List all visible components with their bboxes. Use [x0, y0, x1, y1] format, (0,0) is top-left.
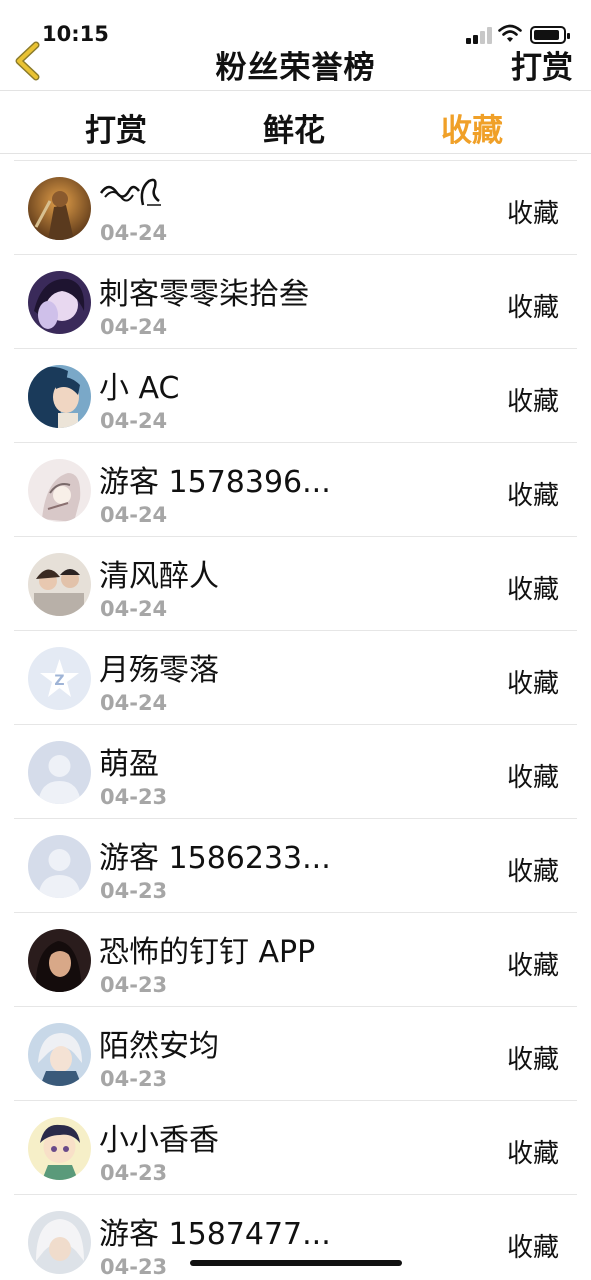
list-item[interactable]: 小小香香 04-23 收藏	[14, 1101, 577, 1195]
fan-date: 04-24	[100, 315, 168, 339]
list-item[interactable]: Z 月殇零落 04-24 收藏	[14, 631, 577, 725]
fan-date: 04-24	[100, 221, 168, 245]
avatar	[28, 365, 91, 428]
fan-date: 04-24	[100, 409, 168, 433]
fan-action-type: 收藏	[506, 1233, 559, 1263]
list-item[interactable]: 清风醉人 04-24 收藏	[14, 537, 577, 631]
fan-action-type: 收藏	[506, 575, 559, 605]
list-item[interactable]: 游客 1587477... 04-23 收藏	[14, 1195, 577, 1280]
list-item[interactable]: 刺客零零柒拾叁 04-24 收藏	[14, 255, 577, 349]
list-item[interactable]: 恐怖的钉钉 APP 04-23 收藏	[14, 913, 577, 1007]
svg-text:Z: Z	[54, 673, 64, 689]
fan-action-type: 收藏	[506, 1139, 559, 1169]
fan-name: 月殇零落	[99, 653, 219, 688]
fan-action-type: 收藏	[506, 481, 559, 511]
reward-button[interactable]: 打赏	[511, 42, 573, 87]
fan-action-type: 收藏	[506, 763, 559, 793]
tab-favorites[interactable]: 收藏	[412, 105, 532, 150]
fan-name: 游客 1586233...	[99, 841, 331, 876]
fan-date: 04-24	[100, 503, 168, 527]
fan-name: 恐怖的钉钉 APP	[99, 935, 316, 970]
avatar	[28, 1023, 91, 1086]
default-avatar-icon	[28, 835, 91, 898]
nav-bar: 粉丝荣誉榜 打赏	[0, 30, 591, 90]
avatar	[28, 553, 91, 616]
fan-action-type: 收藏	[506, 951, 559, 981]
home-indicator[interactable]	[190, 1260, 402, 1266]
fan-name: 萌盈	[99, 747, 159, 782]
qq-default-avatar-icon: Z	[28, 647, 91, 710]
list-item[interactable]: 游客 1586233... 04-23 收藏	[14, 819, 577, 913]
list-item[interactable]: 陌然安均 04-23 收藏	[14, 1007, 577, 1101]
avatar	[28, 835, 91, 898]
avatar	[28, 741, 91, 804]
fan-action-type: 收藏	[506, 387, 559, 417]
fan-action-type: 收藏	[506, 1045, 559, 1075]
avatar	[28, 1211, 91, 1274]
fan-date: 04-24	[100, 691, 168, 715]
fan-action-type: 收藏	[506, 293, 559, 323]
fan-name: 清风醉人	[99, 559, 219, 594]
fan-date: 04-23	[100, 973, 168, 997]
fan-name	[99, 175, 165, 217]
fan-date: 04-24	[100, 597, 168, 621]
fan-action-type: 收藏	[506, 669, 559, 699]
tab-reward[interactable]: 打赏	[56, 105, 176, 150]
fan-date: 04-23	[100, 785, 168, 809]
tab-bar: 打赏 鲜花 收藏	[0, 90, 591, 154]
page-title: 粉丝荣誉榜	[215, 50, 376, 86]
fan-name: 游客 1587477...	[99, 1217, 331, 1252]
default-avatar-icon	[28, 741, 91, 804]
fan-name: 陌然安均	[99, 1029, 219, 1064]
list-item[interactable]: 小 AC 04-24 收藏	[14, 349, 577, 443]
avatar	[28, 929, 91, 992]
avatar	[28, 177, 91, 240]
fan-action-type: 收藏	[506, 857, 559, 887]
fan-date: 04-23	[100, 879, 168, 903]
fan-action-type: 收藏	[506, 199, 559, 229]
fan-name: 刺客零零柒拾叁	[99, 277, 309, 312]
list-item[interactable]: 萌盈 04-23 收藏	[14, 725, 577, 819]
fan-date: 04-23	[100, 1067, 168, 1091]
tab-flowers[interactable]: 鲜花	[234, 105, 354, 150]
list-item[interactable]: 04-24 收藏	[14, 161, 577, 255]
fan-date: 04-23	[100, 1255, 168, 1279]
fan-list: 04-24 收藏 刺客零零柒拾叁 04-24 收藏 小 AC 04-24 收藏 …	[14, 160, 577, 1280]
fan-name: 游客 1578396...	[99, 465, 331, 500]
fan-name: 小 AC	[99, 371, 180, 406]
avatar	[28, 271, 91, 334]
avatar	[28, 1117, 91, 1180]
fan-name: 小小香香	[99, 1123, 219, 1158]
avatar	[28, 459, 91, 522]
wave-signature-icon	[99, 178, 161, 206]
list-item[interactable]: 游客 1578396... 04-24 收藏	[14, 443, 577, 537]
fan-date: 04-23	[100, 1161, 168, 1185]
avatar: Z	[28, 647, 91, 710]
